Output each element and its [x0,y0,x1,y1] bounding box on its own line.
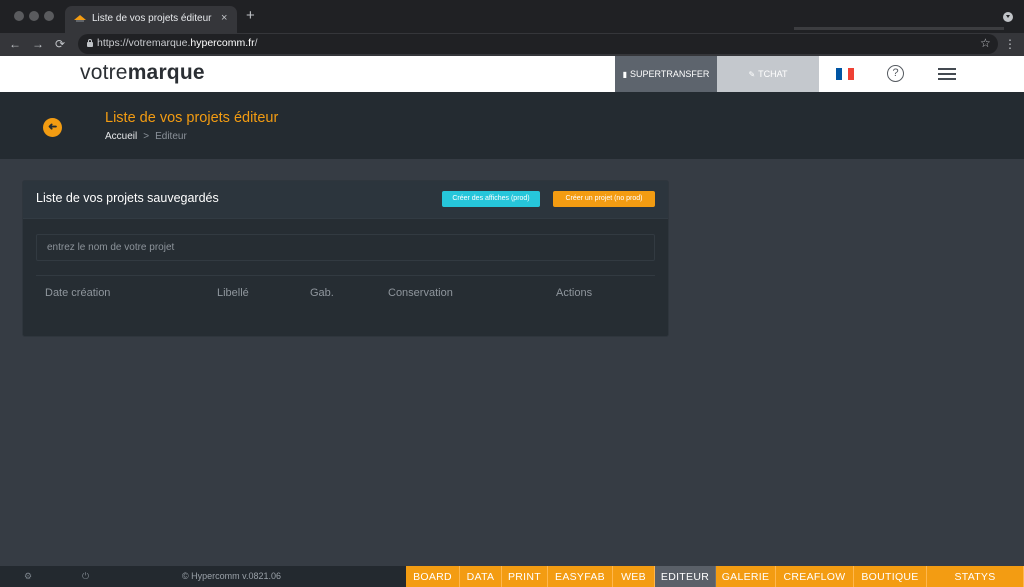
column-header-label[interactable]: Libellé [217,287,249,299]
nav-tab-easyfab[interactable]: EASYFAB [548,566,613,587]
hamburger-menu-icon[interactable] [938,68,956,80]
card-header: Liste de vos projets sauvegardés Créer d… [23,181,668,219]
url-text: https://votremarque.hypercomm.fr/ [97,37,258,49]
breadcrumb: Accueil > Editeur [105,131,187,142]
app-header: votremarque ▮ SUPERTRANSFER ✎ TCHAT ? [0,56,1024,92]
tab-close-icon[interactable]: × [221,12,227,24]
french-flag-icon[interactable] [836,68,854,80]
reload-icon[interactable]: ⟳ [55,36,65,52]
tchat-button[interactable]: ✎ TCHAT [717,56,819,92]
column-header-actions: Actions [556,287,593,299]
nav-tab-web[interactable]: WEB [613,566,655,587]
nav-tab-print[interactable]: PRINT [502,566,548,587]
browser-menu-icon[interactable]: ⋮ [1004,37,1016,51]
nav-tab-board[interactable]: BOARD [406,566,460,587]
favicon-icon [74,15,86,22]
profile-icon[interactable] [1003,12,1013,22]
back-button-icon[interactable]: ➜ [43,118,62,137]
lock-icon [87,39,93,47]
breadcrumb-home-link[interactable]: Accueil [105,131,137,142]
app-footer: ⚙ ⏻ © Hypercomm v.0821.06 BOARD DATA PRI… [0,566,1024,587]
tab-title: Liste de vos projets éditeur - P [92,13,212,24]
table-divider [36,275,655,276]
window-minimize-dot[interactable] [29,11,39,21]
tabbar-divider [794,27,1004,30]
file-icon: ▮ [622,69,628,79]
brand-logo[interactable]: votremarque [80,61,205,85]
browser-toolbar: ← → ⟳ https://votremarque.hypercomm.fr/ … [0,33,1024,56]
window-zoom-dot[interactable] [44,11,54,21]
copyright-text: © Hypercomm v.0821.06 [182,571,282,581]
back-arrow-icon[interactable]: ← [9,36,21,52]
address-bar[interactable]: https://votremarque.hypercomm.fr/ ☆ [78,34,998,54]
nav-tab-statys[interactable]: STATYS [927,566,1024,587]
new-tab-button[interactable]: + [246,8,255,23]
forward-arrow-icon[interactable]: → [32,36,44,52]
column-header-conservation[interactable]: Conservation [388,287,453,299]
nav-tab-data[interactable]: DATA [460,566,502,587]
create-posters-button[interactable]: Créer des affiches (prod) [442,191,540,207]
window-close-dot[interactable] [14,11,24,21]
create-project-button[interactable]: Créer un projet (no prod) [553,191,655,207]
chat-icon: ✎ [748,69,756,79]
projects-card: Liste de vos projets sauvegardés Créer d… [22,180,669,337]
page-header: ➜ Liste de vos projets éditeur Accueil > E… [0,92,1024,159]
supertransfer-button[interactable]: ▮ SUPERTRANSFER [615,56,717,92]
card-title: Liste de vos projets sauvegardés [36,191,219,205]
nav-tab-editeur[interactable]: EDITEUR [655,566,716,587]
breadcrumb-current: Editeur [155,131,187,142]
project-search-input[interactable] [36,234,655,261]
nav-tab-galerie[interactable]: GALERIE [716,566,776,587]
power-icon[interactable]: ⏻ [82,571,89,582]
column-header-date[interactable]: Date création [45,287,110,299]
browser-tab[interactable]: Liste de vos projets éditeur - P × [65,6,237,33]
column-header-template[interactable]: Gab. [310,287,334,299]
bookmark-star-icon[interactable]: ☆ [980,36,991,50]
settings-icon[interactable]: ⚙ [24,571,32,582]
nav-tab-boutique[interactable]: BOUTIQUE [854,566,927,587]
browser-tabbar: Liste de vos projets éditeur - P × + [0,0,1024,33]
help-icon[interactable]: ? [887,65,904,82]
page-title: Liste de vos projets éditeur [105,110,279,126]
module-nav: BOARD DATA PRINT EASYFAB WEB EDITEUR GAL… [406,566,1024,587]
chevron-right-icon: > [143,131,150,142]
nav-tab-creaflow[interactable]: CREAFLOW [776,566,854,587]
